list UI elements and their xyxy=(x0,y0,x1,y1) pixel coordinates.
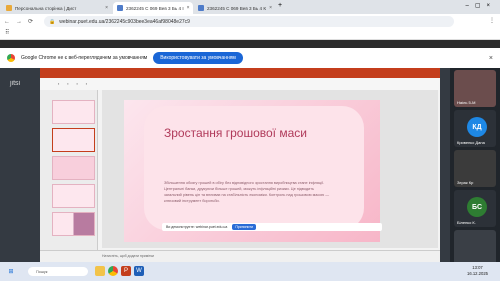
participant-name: Зєрак Кр xyxy=(457,180,474,185)
back-icon[interactable]: ← xyxy=(4,19,10,25)
chrome-icon xyxy=(7,54,15,62)
avatar: КД xyxy=(467,117,487,137)
participant-tile[interactable]: Зєрак Кр xyxy=(454,150,496,187)
forward-icon[interactable]: → xyxy=(16,19,22,25)
apps-row: ⠿ xyxy=(0,29,500,40)
url-text: webinar.puet.edu.ua/2362245c903bee3ea46a… xyxy=(59,18,190,25)
favicon-icon xyxy=(117,5,123,11)
tab-2[interactable]: 2362245 С 069 Вев 3 Бь 4 І × xyxy=(113,2,193,14)
notice-text: Google Chrome не є веб-переглядачем за у… xyxy=(21,55,148,61)
set-default-button[interactable]: Використовувати за умовчанням xyxy=(153,52,243,64)
browser-tab-bar: Персональна сторінка | Дист × 2362245 С 0… xyxy=(0,0,500,14)
participant-tile[interactable]: БС Біленко К. xyxy=(454,190,496,227)
ribbon-tab[interactable]: ▪ xyxy=(77,82,78,86)
apps-icon[interactable]: ⠿ xyxy=(5,30,9,36)
notes-bar[interactable]: Натисніть, щоб додати примітки xyxy=(40,250,440,262)
slide-thumbnail[interactable] xyxy=(52,184,95,208)
current-slide[interactable]: Зростання грошової маси Збільшення обсяг… xyxy=(124,100,380,242)
windows-taskbar: ⊞ Пошук P W 13:07 16.12.2025 xyxy=(0,262,500,281)
close-icon[interactable]: × xyxy=(269,5,272,11)
participant-name: Кривенко Дана xyxy=(457,140,485,145)
share-text: Ви демонструєте: webinar.puet.edu.ua xyxy=(166,225,228,229)
slide-thumbnail[interactable] xyxy=(52,156,95,180)
ribbon-tab[interactable]: ▪ xyxy=(86,82,87,86)
word-icon[interactable]: W xyxy=(134,266,144,276)
date: 16.12.2025 xyxy=(467,271,488,276)
participant-name: Біленко К. xyxy=(457,220,476,225)
tab-1[interactable]: Персональна сторінка | Дист × xyxy=(2,2,112,14)
reload-icon[interactable]: ⟳ xyxy=(28,18,33,25)
tab-3[interactable]: 2362245 С 069 Вев 3 Бь 4 К × xyxy=(194,2,274,14)
favicon-icon xyxy=(6,5,12,11)
close-icon[interactable]: × xyxy=(187,5,190,11)
jitsi-logo: jitsi xyxy=(10,80,21,87)
slide-card xyxy=(144,106,364,230)
close-icon[interactable]: × xyxy=(105,5,108,11)
close-icon[interactable]: × xyxy=(489,55,493,62)
clock[interactable]: 13:07 16.12.2025 xyxy=(467,265,488,277)
lock-icon: 🔒 xyxy=(49,18,56,25)
shared-powerpoint-window: ▪ ▪ ▪ ▪ Зростання грошової маси Збільшення … xyxy=(40,68,440,262)
ribbon-tab[interactable]: ▪ xyxy=(58,82,59,86)
default-browser-notice: Google Chrome не є веб-переглядачем за у… xyxy=(0,48,500,68)
participant-tile[interactable]: КД Кривенко Дана xyxy=(454,110,496,147)
stop-share-button[interactable]: Припинити xyxy=(232,224,257,230)
slide-body: Збільшення обсягу грошей в обігу без від… xyxy=(164,181,330,203)
avatar: БС xyxy=(467,197,487,217)
chrome-icon[interactable] xyxy=(108,266,118,276)
slide-thumbnails xyxy=(40,90,98,250)
address-bar-row: ← → ⟳ 🔒 webinar.puet.edu.ua/2362245c903be… xyxy=(0,14,500,29)
ribbon-tab[interactable]: ▪ xyxy=(67,82,68,86)
tab-label: Персональна сторінка | Дист xyxy=(15,5,77,11)
slide-thumbnail[interactable] xyxy=(52,212,95,236)
slide-thumbnail[interactable] xyxy=(52,100,95,124)
ribbon-tabs: ▪ ▪ ▪ ▪ xyxy=(40,78,440,90)
new-tab-icon[interactable]: + xyxy=(278,2,282,9)
url-field[interactable]: 🔒 webinar.puet.edu.ua/2362245c903bee3ea46… xyxy=(44,16,454,27)
participant-sidebar: Наіль 5-М КД Кривенко Дана Зєрак Кр БС Біл… xyxy=(450,68,500,267)
powerpoint-icon[interactable]: P xyxy=(121,266,131,276)
slide-title: Зростання грошової маси xyxy=(164,126,307,140)
favicon-icon xyxy=(198,5,204,11)
slide-thumbnail[interactable] xyxy=(52,128,95,152)
participant-name: Наіль 5-М xyxy=(457,100,476,105)
participant-tile[interactable]: Наіль 5-М xyxy=(454,70,496,107)
tab-label: 2362245 С 069 Вев 3 Бь 4 К xyxy=(207,5,267,11)
taskbar-search[interactable]: Пошук xyxy=(28,267,88,276)
start-icon[interactable]: ⊞ xyxy=(6,266,16,276)
tab-label: 2362245 С 069 Вев 3 Бь 4 І xyxy=(126,5,184,11)
folder-icon[interactable] xyxy=(95,266,105,276)
screen-share-bar: Ви демонструєте: webinar.puet.edu.ua При… xyxy=(162,223,382,231)
window-controls[interactable]: –▢× xyxy=(465,2,496,9)
menu-icon[interactable]: ⋮ xyxy=(489,17,495,24)
